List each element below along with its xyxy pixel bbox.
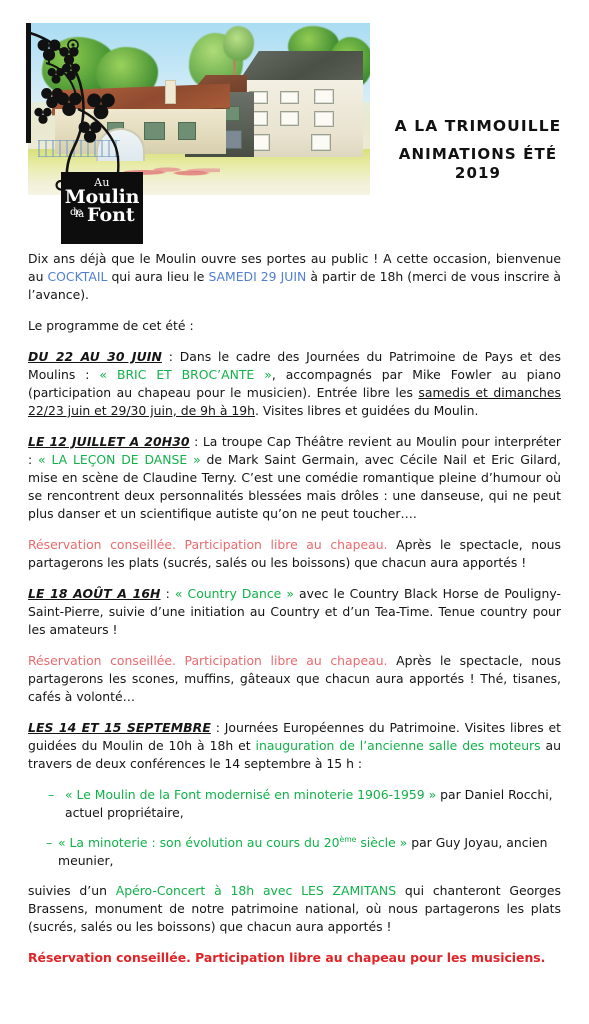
programme-lead: Le programme de cet été :	[28, 317, 194, 333]
event-july-highlight: « LA LEÇON DE DANSE »	[38, 451, 201, 467]
event-july-sep: :	[189, 433, 203, 449]
event-september-date: LES 14 ET 15 SEPTEMBRE	[28, 719, 211, 735]
conference-2-superscript: ème	[339, 834, 357, 844]
chimney	[164, 79, 176, 104]
event-july-date: LE 12 JUILLET A 20H30	[28, 433, 190, 449]
cocktail-highlight: COCKTAIL	[47, 268, 108, 284]
window	[178, 122, 196, 140]
reservation-note-august-red: Réservation conseillée. Participation li…	[28, 652, 388, 668]
conference-1-title: « Le Moulin de la Font modernisé en mino…	[65, 786, 437, 802]
event-june-sep: :	[161, 348, 180, 364]
reservation-note-august: Réservation conseillée. Participation li…	[28, 652, 561, 706]
conference-list: – « Le Moulin de la Font modernisé en min…	[28, 786, 561, 870]
event-september-highlight: inauguration de l’ancienne salle des mot…	[255, 737, 541, 753]
page-title: A LA TRIMOUILLE ANIMATIONS ÉTÉ 2019	[378, 117, 578, 182]
title-subject: ANIMATIONS ÉTÉ	[398, 145, 558, 164]
event-july: LE 12 JUILLET A 20H30 : La troupe Cap Th…	[28, 433, 561, 523]
event-august-date: LE 18 AOÛT A 16H	[28, 585, 161, 601]
window	[313, 110, 334, 127]
event-june-highlight: « BRIC ET BROC’ANTE »	[99, 366, 272, 382]
window	[280, 90, 299, 105]
list-item: – « Le Moulin de la Font modernisé en min…	[28, 786, 561, 822]
flyer-header: Au Moulin de Font la A LA TRIMOUILLE ANI…	[0, 0, 589, 244]
window	[251, 133, 271, 152]
list-item: – « La minoterie : son évolution au cours…	[28, 834, 561, 870]
apero-concert-highlight: Apéro-Concert à 18h avec LES ZAMITANS	[115, 882, 397, 898]
fence	[38, 139, 121, 158]
conference-2-title-post: siècle »	[356, 834, 408, 850]
event-august-highlight: « Country Dance »	[174, 585, 294, 601]
sign-line-font: Font	[87, 204, 135, 226]
event-june: DU 22 AU 30 JUIN : Dans le cadre des Jou…	[28, 348, 561, 420]
conference-2-title-pre: « La minoterie : son évolution au cours …	[58, 834, 340, 850]
event-september: LES 14 ET 15 SEPTEMBRE : Journées Europé…	[28, 719, 561, 773]
intro-text-2: qui aura lieu le	[107, 268, 209, 284]
window	[144, 122, 166, 140]
event-september-sep: :	[210, 719, 225, 735]
window	[280, 110, 299, 126]
bullet-dash-icon: –	[46, 834, 53, 850]
closing-text-1: suivies d’un	[28, 882, 116, 898]
reservation-note-july-red: Réservation conseillée. Participation li…	[28, 536, 388, 552]
flyer-page: Au Moulin de Font la A LA TRIMOUILLE ANI…	[0, 0, 589, 1024]
mill-illustration	[28, 23, 370, 195]
event-august: LE 18 AOÛT A 16H : « Country Dance » ave…	[28, 585, 561, 639]
title-year: 2019	[454, 163, 502, 182]
cocktail-date-highlight: SAMEDI 29 JUIN	[208, 268, 307, 284]
event-june-text-3: . Visites libres et guidées du Moulin.	[254, 402, 479, 418]
event-june-date: DU 22 AU 30 JUIN	[28, 348, 162, 364]
window	[311, 133, 332, 152]
flyer-body: Dix ans déjà que le Moulin ouvre ses por…	[28, 250, 561, 977]
closing-paragraph: suivies d’un Apéro-Concert à 18h avec LE…	[28, 882, 561, 936]
logo-sign: Au Moulin de Font la	[61, 172, 143, 244]
window	[223, 129, 243, 149]
final-reservation-note: Réservation conseillée. Participation li…	[28, 949, 546, 965]
reservation-note-july: Réservation conseillée. Participation li…	[28, 536, 561, 572]
intro-paragraph: Dix ans déjà que le Moulin ouvre ses por…	[28, 250, 561, 304]
bullet-dash-icon: –	[48, 786, 55, 802]
tree	[222, 26, 254, 61]
event-august-sep: :	[160, 585, 175, 601]
title-location: A LA TRIMOUILLE	[394, 117, 562, 135]
window	[313, 89, 334, 105]
